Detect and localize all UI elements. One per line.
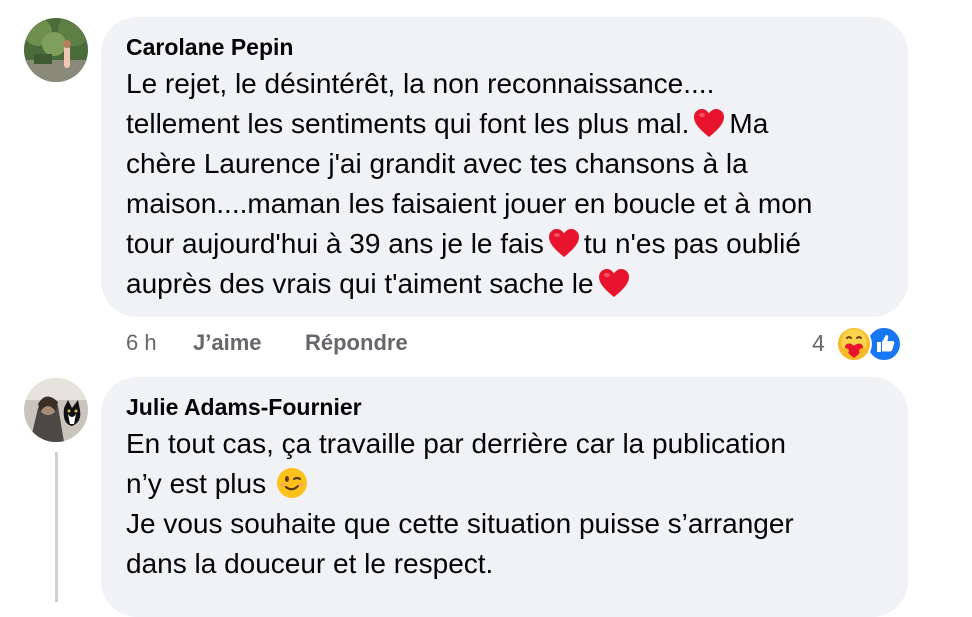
comment-text-line: En tout cas, ça travaille par derrière c… bbox=[126, 428, 786, 459]
thread-line bbox=[55, 452, 58, 602]
comment-text-segment: n’y est plus bbox=[126, 468, 267, 499]
comment-text-line: Le rejet, le désintérêt, la non reconnai… bbox=[126, 68, 715, 99]
avatar-carolane[interactable] bbox=[24, 18, 88, 82]
comment-text-segment: tellement les sentiments qui font les pl… bbox=[126, 108, 690, 139]
reply-button[interactable]: Répondre bbox=[305, 330, 408, 356]
like-button[interactable]: J’aime bbox=[193, 330, 262, 356]
comment-text-segment: Ma bbox=[729, 108, 769, 139]
comment-text-line: tour aujourd'hui à 39 ans je le fais tu n… bbox=[126, 224, 801, 264]
comment-text-segment: tour aujourd'hui à 39 ans je le fais bbox=[126, 228, 544, 259]
comment-text-line: dans la douceur et le respect. bbox=[126, 548, 494, 579]
comment-text-line: maison....maman les faisaient jouer en b… bbox=[126, 188, 813, 219]
comment-text-line: Je vous souhaite que cette situation pui… bbox=[126, 508, 794, 539]
reaction-count: 4 bbox=[812, 330, 825, 356]
comment-author[interactable]: Julie Adams-Fournier bbox=[126, 394, 362, 421]
comment-text-line: n’y est plus bbox=[126, 464, 308, 504]
comment-text-line: auprès des vrais qui t'aiment sache le bbox=[126, 264, 634, 304]
care-reaction-icon bbox=[836, 326, 872, 362]
comment-author[interactable]: Carolane Pepin bbox=[126, 34, 293, 61]
winking-face-icon bbox=[276, 468, 307, 498]
heart-icon bbox=[548, 229, 579, 257]
heart-icon bbox=[694, 109, 725, 137]
heart-icon bbox=[598, 269, 629, 297]
comment-text-line: chère Laurence j'ai grandit avec tes cha… bbox=[126, 148, 748, 179]
comment-text-segment: tu n'es pas oublié bbox=[583, 228, 801, 259]
comment-text-line: tellement les sentiments qui font les pl… bbox=[126, 104, 768, 144]
comment-timestamp[interactable]: 6 h bbox=[126, 330, 157, 356]
comment-text-segment: auprès des vrais qui t'aiment sache le bbox=[126, 268, 594, 299]
avatar-julie[interactable] bbox=[24, 378, 88, 442]
